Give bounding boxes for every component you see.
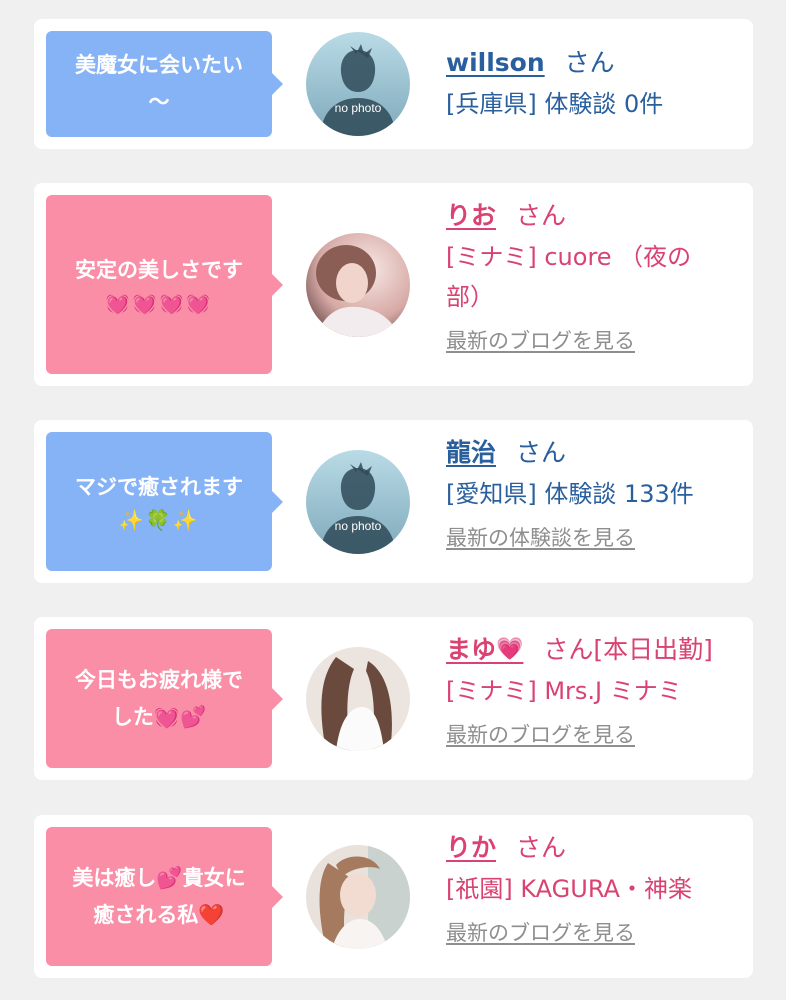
review-card[interactable]: マジで癒されます ✨🍀✨ no photo 龍治 さん [愛知県] 体験談 13… <box>34 420 753 583</box>
reviewer-info: まゆ💗 さん[本日出勤] [ミナミ] Mrs.J ミナミ 最新のブログを見る <box>446 629 745 749</box>
honorific: さん <box>516 201 567 230</box>
comment-text: 美は癒し💕貴女に <box>72 865 246 890</box>
avatar[interactable]: no photo <box>306 450 410 554</box>
comment-text: 美魔女に会いたい <box>75 53 243 78</box>
review-card[interactable]: 安定の美しさです 💓💓💓💓 りお さん [ミナミ] cuore （夜の 部） 最… <box>34 183 753 386</box>
comment-bubble: 安定の美しさです 💓💓💓💓 <box>46 195 283 374</box>
review-card[interactable]: 美魔女に会いたい 〜 no photo willson さん [兵庫県] 体験談… <box>34 19 753 149</box>
avatar[interactable] <box>306 647 410 751</box>
heart-icon: 💓💓💓💓 <box>105 290 213 315</box>
reviewer-detail: [ミナミ] cuore （夜の 部） <box>446 243 692 311</box>
honorific: さん <box>516 833 567 862</box>
profile-photo <box>306 647 410 751</box>
reviewer-info: りお さん [ミナミ] cuore （夜の 部） 最新のブログを見る <box>446 195 745 355</box>
heart-icon: 💗 <box>496 637 524 662</box>
reviewer-name-link[interactable]: willson <box>446 48 545 77</box>
comment-text: 〜 <box>148 90 170 114</box>
comment-text: 安定の美しさです <box>75 258 243 283</box>
avatar[interactable]: no photo <box>306 32 410 136</box>
reviewer-name-link[interactable]: まゆ💗 <box>446 635 523 664</box>
comment-bubble: 美魔女に会いたい 〜 <box>46 31 283 137</box>
profile-photo <box>306 233 410 337</box>
profile-photo <box>306 845 410 949</box>
review-card[interactable]: 美は癒し💕貴女に 癒される私❤️ りか さん [祇園] KAGURA・神楽 最新の… <box>34 815 753 978</box>
latest-blog-link[interactable]: 最新のブログを見る <box>446 325 635 355</box>
reviewer-detail: [祇園] KAGURA・神楽 <box>446 875 692 903</box>
honorific: さん[本日出勤] <box>543 635 713 664</box>
comment-bubble: マジで癒されます ✨🍀✨ <box>46 432 283 571</box>
reviewer-info: willson さん [兵庫県] 体験談 0件 <box>446 42 745 124</box>
reviewer-info: 龍治 さん [愛知県] 体験談 133件 最新の体験談を見る <box>446 432 745 552</box>
honorific: さん <box>564 48 615 77</box>
avatar[interactable] <box>306 845 410 949</box>
reviewer-info: りか さん [祇園] KAGURA・神楽 最新のブログを見る <box>446 827 745 947</box>
comment-text: 今日もお疲れ様で <box>75 667 243 692</box>
reviewer-detail: [兵庫県] 体験談 0件 <box>446 90 664 118</box>
latest-blog-link[interactable]: 最新のブログを見る <box>446 719 635 749</box>
comment-text: 癒される私❤️ <box>93 902 225 927</box>
review-card[interactable]: 今日もお疲れ様で した💓💕 まゆ💗 さん[本日出勤] [ミナミ] Mrs.J ミナ… <box>34 617 753 780</box>
no-photo-silhouette-icon: no photo <box>306 450 410 554</box>
review-feed: 美魔女に会いたい 〜 no photo willson さん [兵庫県] 体験談… <box>0 0 786 1000</box>
comment-text: マジで癒されます <box>75 475 243 500</box>
reviewer-detail: [愛知県] 体験談 133件 <box>446 480 694 508</box>
comment-bubble: 今日もお疲れ様で した💓💕 <box>46 629 283 768</box>
avatar[interactable] <box>306 233 410 337</box>
reviewer-name-link[interactable]: りお <box>446 201 496 230</box>
latest-blog-link[interactable]: 最新のブログを見る <box>446 917 635 947</box>
comment-text: した💓💕 <box>111 704 207 729</box>
no-photo-silhouette-icon: no photo <box>306 32 410 136</box>
no-photo-label: no photo <box>335 101 382 115</box>
honorific: さん <box>516 438 567 467</box>
reviewer-name-link[interactable]: 龍治 <box>446 438 496 467</box>
sparkle-clover-icon: ✨🍀✨ <box>118 507 200 532</box>
no-photo-label: no photo <box>335 519 382 533</box>
reviewer-name-link[interactable]: りか <box>446 833 496 862</box>
reviewer-detail: [ミナミ] Mrs.J ミナミ <box>446 677 682 705</box>
latest-review-link[interactable]: 最新の体験談を見る <box>446 522 635 552</box>
comment-bubble: 美は癒し💕貴女に 癒される私❤️ <box>46 827 283 966</box>
